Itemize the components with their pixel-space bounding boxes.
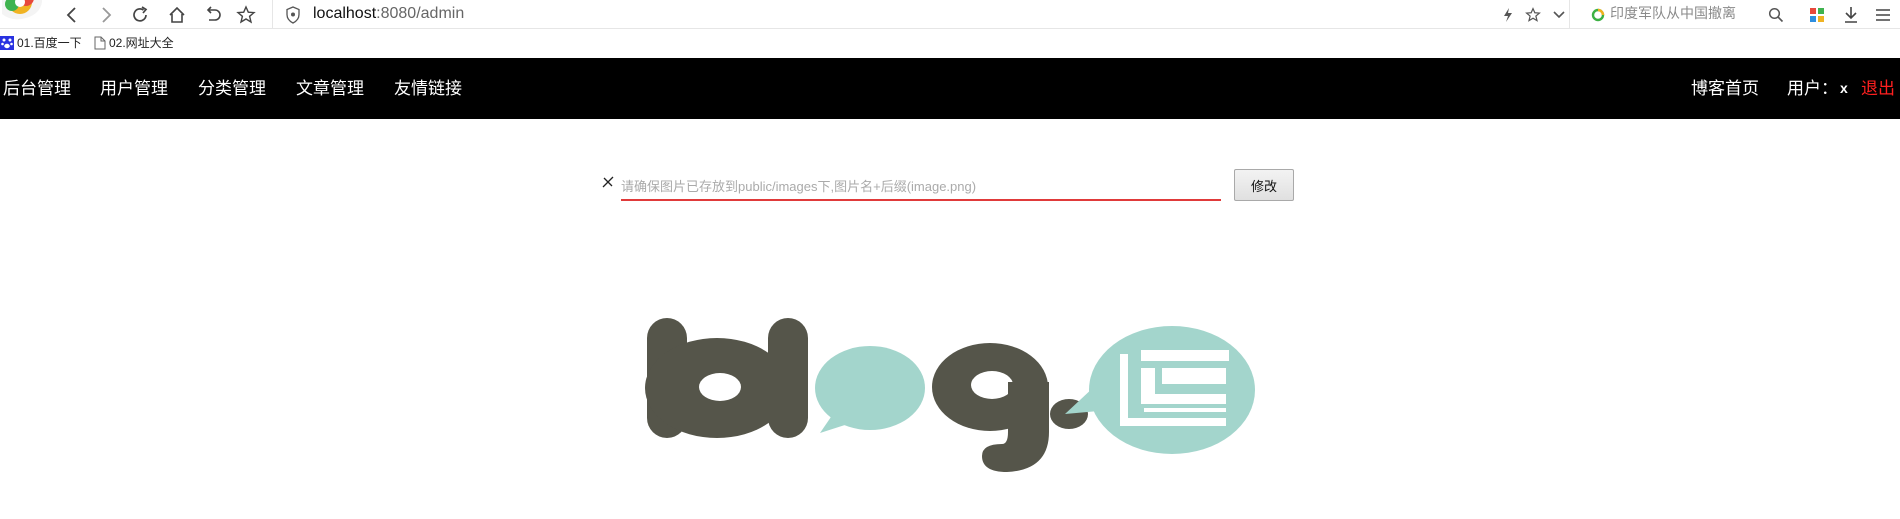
blog-logo	[645, 318, 1255, 472]
forward-icon[interactable]	[94, 0, 118, 29]
lightning-icon[interactable]	[1499, 0, 1517, 29]
bookmark-sites[interactable]: 02.网址大全	[94, 29, 174, 56]
search-box[interactable]: 印度军队从中国撤离	[1578, 0, 1790, 29]
search-placeholder: 印度军队从中国撤离	[1610, 5, 1736, 21]
undo-icon[interactable]	[201, 0, 225, 29]
bookmarks-bar: 01.百度一下 02.网址大全	[0, 29, 1900, 58]
reload-icon[interactable]	[128, 0, 152, 29]
document-bubble-icon	[1065, 326, 1255, 454]
site-shield-icon	[283, 0, 303, 29]
search-icon[interactable]	[1766, 0, 1786, 29]
home-icon[interactable]	[165, 0, 189, 29]
blog-wordmark	[645, 318, 1088, 472]
nav-blog-home[interactable]: 博客首页	[1691, 58, 1759, 119]
bookmark-baidu[interactable]: 01.百度一下	[0, 29, 82, 56]
baidu-paw-icon	[0, 35, 14, 50]
user-label: 用户：	[1787, 79, 1838, 98]
nav-links[interactable]: 友情链接	[394, 58, 462, 119]
user-name: x	[1840, 80, 1848, 96]
nav-articles[interactable]: 文章管理	[296, 58, 364, 119]
apps-grid-icon[interactable]	[1806, 0, 1828, 29]
image-filename-input[interactable]	[621, 174, 1221, 201]
favorite-star-icon[interactable]	[234, 0, 258, 29]
nav-admin[interactable]: 后台管理	[3, 58, 71, 119]
admin-nav: 后台管理 用户管理 分类管理 文章管理 友情链接 博客首页 用户： x 退出	[0, 58, 1900, 119]
url-host: localhost	[313, 5, 377, 22]
bookmark-label: 02.网址大全	[109, 36, 174, 50]
browser-logo-icon	[0, 0, 44, 29]
submit-button[interactable]: 修改	[1234, 169, 1294, 201]
url-path: :8080/admin	[376, 5, 465, 22]
back-icon[interactable]	[60, 0, 84, 29]
logout-link[interactable]: 退出	[1861, 58, 1895, 119]
menu-icon[interactable]	[1872, 0, 1894, 29]
address-bar[interactable]: localhost:8080/admin	[272, 0, 1570, 29]
chevron-down-icon[interactable]	[1549, 0, 1569, 29]
browser-toolbar: localhost:8080/admin 印度军队从中国撤离	[0, 0, 1900, 29]
nav-categories[interactable]: 分类管理	[198, 58, 266, 119]
search-engine-icon	[1590, 0, 1606, 29]
url-text: localhost:8080/admin	[313, 0, 464, 27]
bookmark-label: 01.百度一下	[17, 36, 82, 50]
page-icon	[94, 36, 106, 49]
clear-icon[interactable]	[600, 174, 616, 190]
bookmark-star-icon[interactable]	[1523, 0, 1543, 29]
download-icon[interactable]	[1840, 0, 1862, 29]
nav-users[interactable]: 用户管理	[100, 58, 168, 119]
